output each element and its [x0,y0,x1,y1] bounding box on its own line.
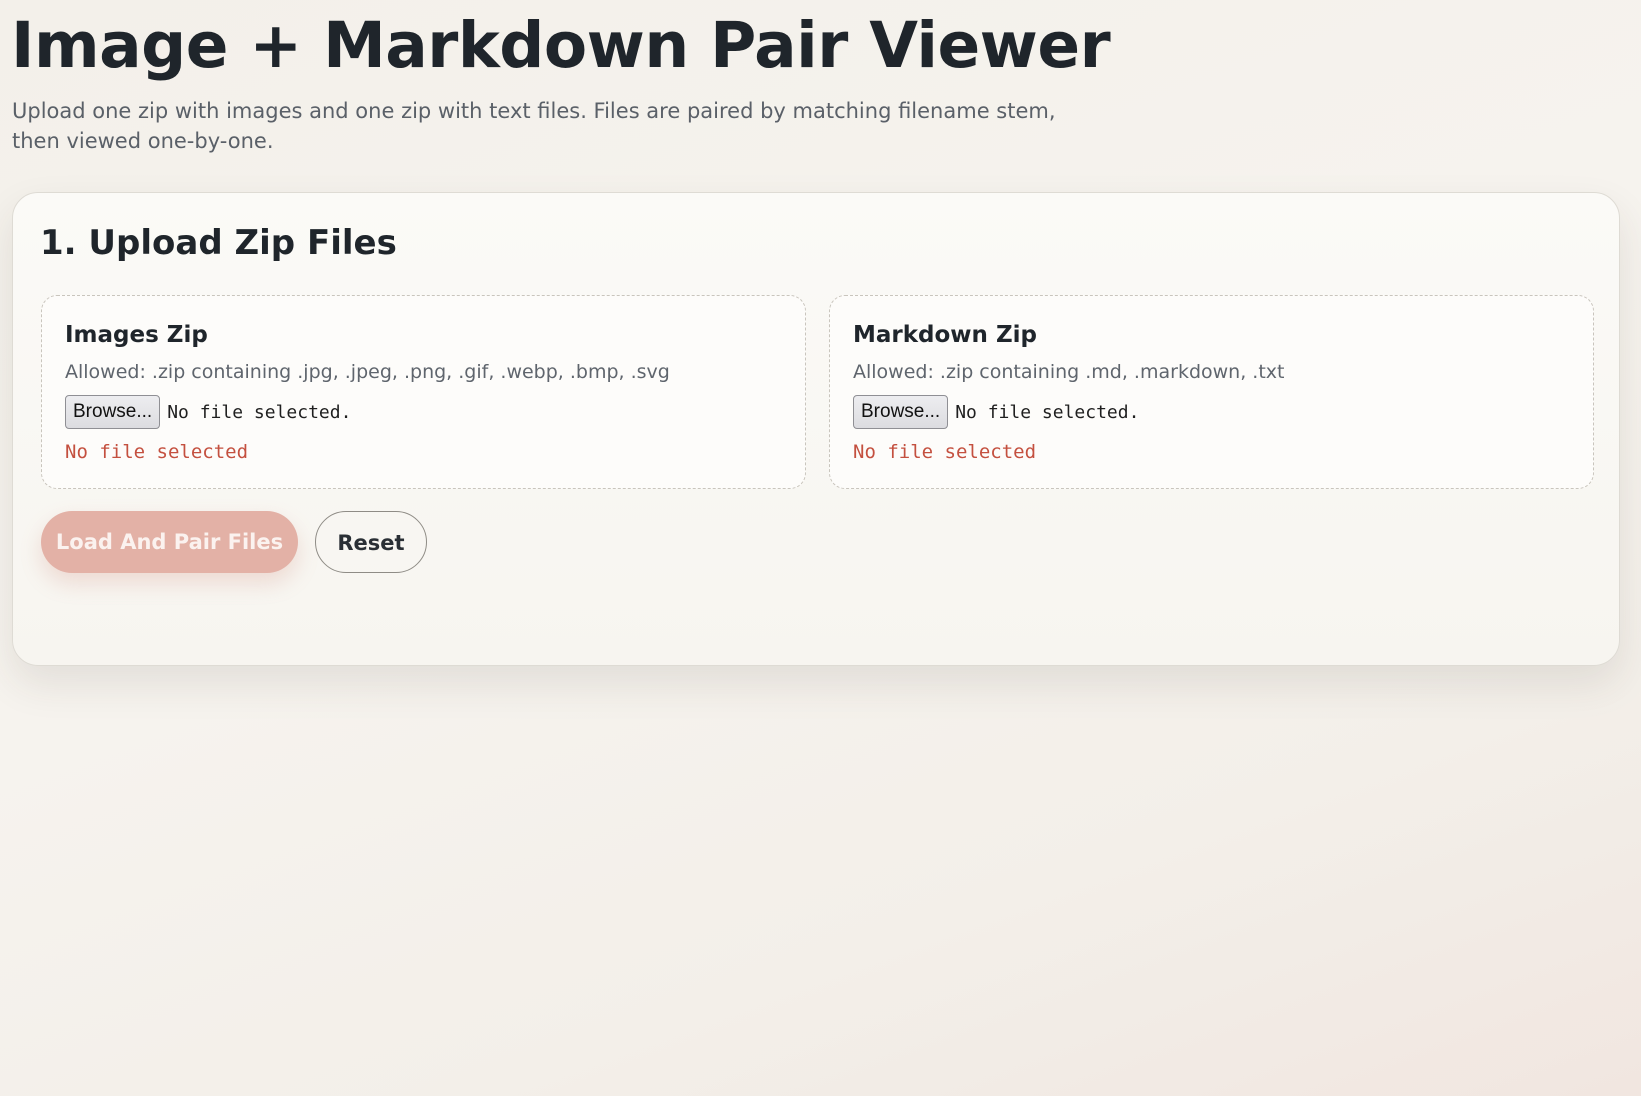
images-file-name: No file selected. [167,401,352,423]
load-and-pair-button[interactable]: Load And Pair Files [41,511,298,573]
images-browse-button[interactable]: Browse... [65,395,161,429]
section-title-upload: 1. Upload Zip Files [40,223,397,263]
reset-button[interactable]: Reset [315,511,427,573]
page-subtitle: Upload one zip with images and one zip w… [12,99,1056,153]
markdown-zip-allowed-hint: Allowed: .zip containing .md, .markdown,… [853,361,1285,383]
markdown-zip-dropzone[interactable]: Markdown Zip Allowed: .zip containing .m… [829,295,1594,489]
images-file-status: No file selected [65,441,249,463]
page-title: Image + Markdown Pair Viewer [11,9,1111,82]
markdown-file-input[interactable]: Browse... No file selected. [853,395,1139,429]
images-zip-dropzone[interactable]: Images Zip Allowed: .zip containing .jpg… [41,295,806,489]
images-zip-title: Images Zip [65,322,208,348]
markdown-browse-button[interactable]: Browse... [853,395,949,429]
upload-card: 1. Upload Zip Files Images Zip Allowed: … [12,192,1620,666]
markdown-file-status: No file selected [853,441,1037,463]
images-zip-allowed-hint: Allowed: .zip containing .jpg, .jpeg, .p… [65,361,670,383]
images-file-input[interactable]: Browse... No file selected. [65,395,351,429]
markdown-zip-title: Markdown Zip [853,322,1037,348]
markdown-file-name: No file selected. [955,401,1140,423]
